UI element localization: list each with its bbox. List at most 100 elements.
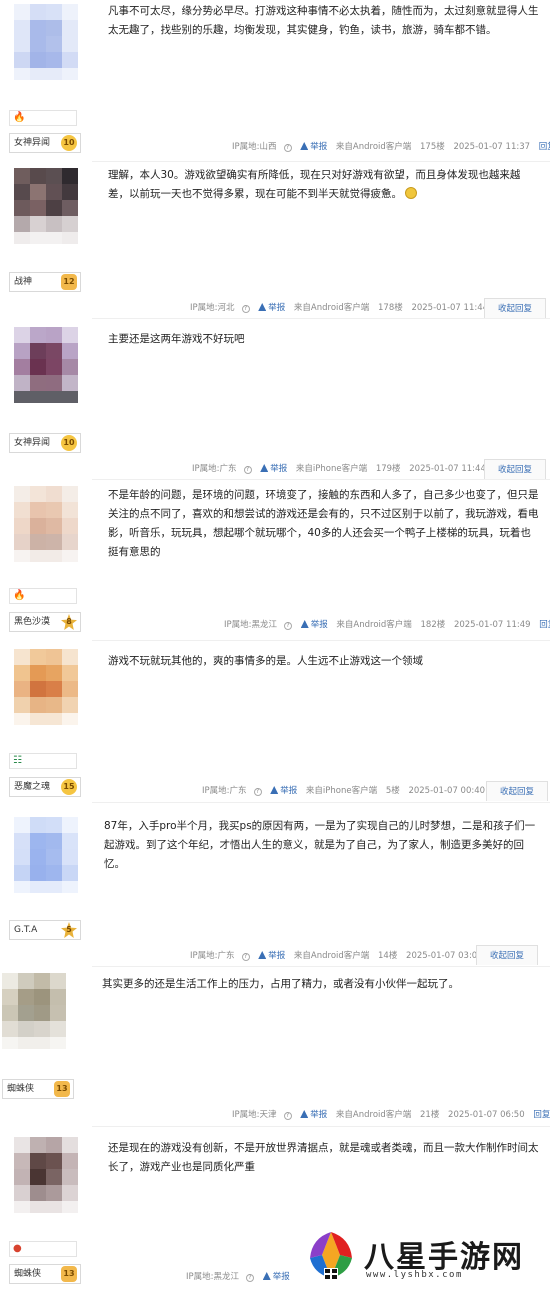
warning-icon: [300, 1110, 309, 1118]
reply-link[interactable]: 回复: [539, 142, 550, 152]
warning-icon: [258, 951, 267, 959]
post-meta: IP属地:山西? 举报 来自Android客户端 175楼 2025-01-07…: [232, 139, 550, 155]
level-badge: 5: [61, 922, 77, 938]
ip-location: IP属地:天津: [232, 1110, 277, 1120]
collapse-reply-button[interactable]: 收起回复: [484, 459, 546, 479]
ip-location: IP属地:山西: [232, 142, 277, 152]
help-icon[interactable]: ?: [241, 953, 250, 961]
post-time: 2025-01-07 11:44: [409, 464, 486, 474]
username-card[interactable]: 蜘蛛侠 13: [2, 1079, 74, 1099]
report-link[interactable]: 举报: [262, 1272, 290, 1282]
floor-number: 179楼: [375, 464, 401, 474]
collapse-reply-button[interactable]: 收起回复: [484, 298, 546, 318]
post-content: 87年，入手pro半个月，我买ps的原因有两，一是为了实现自己的儿时梦想，二是和…: [104, 820, 536, 870]
post-content: 主要还是这两年游戏不好玩吧: [108, 333, 245, 345]
post: 女神异闻 10 主要还是这两年游戏不好玩吧 IP属地:广东? 举报 来自iPho…: [0, 319, 550, 479]
collapse-reply-button[interactable]: 收起回复: [476, 945, 538, 965]
username[interactable]: 蜘蛛侠: [7, 1084, 34, 1094]
post-time: 2025-01-07 11:49: [453, 620, 531, 630]
post-meta: IP属地:广东? 举报 来自iPhone客户端 5楼 2025-01-07 00…: [202, 783, 491, 799]
username[interactable]: 女神异闻: [14, 138, 50, 148]
username[interactable]: 恶魔之魂: [14, 782, 50, 792]
warning-icon: [300, 620, 309, 628]
warning-icon: [300, 142, 309, 150]
username-card[interactable]: 战神 12: [9, 272, 81, 292]
site-url: www.lyshbx.com: [366, 1270, 463, 1280]
avatar[interactable]: [14, 649, 78, 725]
client-source: 来自Android客户端: [293, 303, 370, 313]
report-label: 举报: [310, 1110, 328, 1120]
username-card[interactable]: 女神异闻 10: [9, 433, 81, 453]
post-meta: IP属地:黑龙江? 举报: [186, 1269, 296, 1285]
report-link[interactable]: 举报: [258, 951, 285, 961]
avatar[interactable]: [14, 817, 78, 893]
username[interactable]: G.T.A: [14, 925, 37, 935]
report-label: 举报: [270, 464, 288, 474]
help-icon[interactable]: ?: [253, 788, 262, 796]
report-link[interactable]: 举报: [300, 142, 327, 152]
report-link[interactable]: 举报: [260, 464, 287, 474]
post: G.T.A 5 87年，入手pro半个月，我买ps的原因有两，一是为了实现自己的…: [0, 803, 550, 968]
floor-number: 175楼: [420, 142, 445, 152]
username[interactable]: 黑色沙漠: [14, 617, 50, 627]
post-content: 理解，本人30。游戏欲望确实有所降低，现在只对好游戏有欲望，而且身体发现也越来越…: [108, 166, 540, 204]
username-card[interactable]: 蜘蛛侠 13: [9, 1264, 81, 1284]
avatar[interactable]: [14, 4, 78, 80]
username-card[interactable]: 黑色沙漠 8: [9, 612, 81, 632]
help-icon[interactable]: ?: [283, 144, 292, 152]
help-icon[interactable]: ?: [241, 305, 250, 313]
floor-number: 182楼: [420, 620, 446, 630]
report-label: 举报: [310, 620, 328, 630]
post-time: 2025-01-07 11:37: [453, 142, 531, 152]
username[interactable]: 蜘蛛侠: [14, 1269, 41, 1279]
help-icon[interactable]: ?: [283, 1112, 292, 1120]
client-source: 来自Android客户端: [293, 951, 370, 961]
avatar[interactable]: [14, 168, 78, 244]
avatar[interactable]: [14, 327, 78, 403]
help-icon[interactable]: ?: [284, 622, 292, 630]
report-label: 举报: [268, 951, 286, 961]
client-source: 来自Android客户端: [336, 620, 412, 630]
post-time: 2025-01-07 00:40: [408, 786, 486, 796]
client-source: 来自iPhone客户端: [305, 786, 378, 796]
ip-location: IP属地:广东: [190, 951, 235, 961]
report-link[interactable]: 举报: [270, 786, 297, 796]
floor-number: 21楼: [420, 1110, 440, 1120]
site-watermark: 八星手游网 www.lyshbx.com: [304, 1226, 550, 1289]
client-source: 来自Android客户端: [335, 142, 412, 152]
username-card[interactable]: G.T.A 5: [9, 920, 81, 940]
avatar[interactable]: [2, 973, 66, 1049]
ip-location: IP属地:河北: [190, 303, 235, 313]
username[interactable]: 女神异闻: [14, 438, 50, 448]
username-card[interactable]: 女神异闻 10: [9, 133, 81, 153]
reply-link[interactable]: 回复: [533, 1110, 550, 1120]
level-badge: 8: [61, 614, 77, 630]
help-icon[interactable]: ?: [243, 466, 252, 474]
post-time: 2025-01-07 03:07: [406, 951, 483, 961]
username-card[interactable]: 恶魔之魂 15: [9, 777, 81, 797]
ip-location: IP属地:黑龙江: [224, 620, 277, 630]
help-icon[interactable]: ?: [246, 1274, 254, 1282]
warning-icon: [262, 1272, 271, 1280]
username[interactable]: 战神: [14, 277, 32, 287]
post-meta: IP属地:广东? 举报 来自Android客户端 14楼 2025-01-07 …: [190, 948, 489, 964]
client-source: 来自iPhone客户端: [295, 464, 368, 474]
level-badge: 13: [61, 1266, 77, 1282]
report-link[interactable]: 举报: [300, 620, 328, 630]
avatar[interactable]: [14, 486, 78, 562]
post-meta: IP属地:天津? 举报 来自Android客户端 21楼 2025-01-07 …: [232, 1107, 550, 1123]
title-icon-box: ●: [9, 1241, 77, 1257]
post-content: 凡事不可太尽，缘分势必早尽。打游戏这种事情不必太执着，随性而为，太过刻意就显得人…: [108, 5, 539, 36]
report-label: 举报: [272, 1272, 290, 1282]
avatar[interactable]: [14, 1137, 78, 1213]
post-text: 理解，本人30。游戏欲望确实有所降低，现在只对好游戏有欲望，而且身体发现也越来越…: [108, 169, 521, 200]
level-badge: 10: [61, 435, 77, 451]
title-icon-box: 🔥: [9, 588, 77, 604]
client-source: 来自Android客户端: [335, 1110, 412, 1120]
floor-number: 5楼: [385, 786, 400, 796]
report-link[interactable]: 举报: [300, 1110, 327, 1120]
reply-link[interactable]: 回复: [539, 620, 550, 630]
report-link[interactable]: 举报: [258, 303, 285, 313]
level-badge: 13: [54, 1081, 70, 1097]
collapse-reply-button[interactable]: 收起回复: [486, 781, 548, 801]
